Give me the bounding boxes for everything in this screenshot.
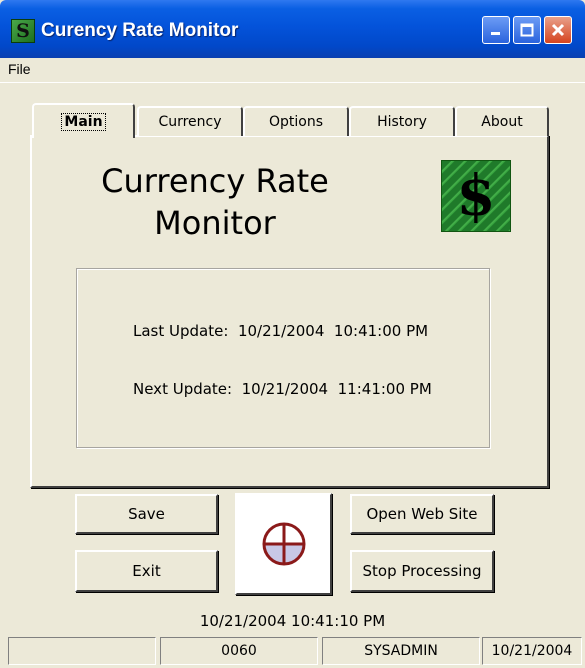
exit-button[interactable]: Exit (75, 550, 218, 592)
tab-history[interactable]: History (349, 106, 455, 136)
title-bar[interactable]: S Curency Rate Monitor (0, 0, 585, 58)
tab-history-label: History (377, 114, 427, 130)
close-icon (545, 17, 571, 43)
window-title: Curency Rate Monitor (41, 20, 239, 41)
status-bar: 0060 SYSADMIN 10/21/2004 (0, 634, 585, 668)
maximize-icon (514, 17, 540, 43)
dollar-logo-icon: $ (441, 160, 511, 232)
tab-main-label: Main (61, 112, 106, 131)
last-update-value: 10/21/2004 10:41:00 PM (237, 322, 429, 340)
tab-about-label: About (481, 114, 523, 130)
last-update-label: Last Update: (133, 322, 229, 340)
current-timestamp: 10/21/2004 10:41:10 PM (199, 612, 386, 630)
activity-indicator-icon (262, 522, 306, 566)
menu-bar: File (0, 58, 585, 83)
update-info-group (76, 268, 490, 448)
activity-indicator (235, 493, 332, 595)
stop-processing-button[interactable]: Stop Processing (350, 550, 494, 592)
dollar-logo-glyph: $ (456, 163, 496, 229)
tab-currency[interactable]: Currency (137, 106, 243, 136)
status-panel-interval: 0060 (160, 637, 318, 665)
status-panel-date: 10/21/2004 (482, 637, 582, 665)
tab-currency-label: Currency (158, 114, 222, 130)
tab-options[interactable]: Options (243, 106, 349, 136)
heading-line-1: Currency Rate (101, 162, 329, 200)
minimize-button[interactable] (482, 16, 510, 44)
next-update-label: Next Update: (133, 380, 233, 398)
minimize-icon (483, 17, 509, 43)
maximize-button[interactable] (513, 16, 541, 44)
next-update-value: 10/21/2004 11:41:00 PM (241, 380, 432, 398)
open-web-site-button[interactable]: Open Web Site (350, 494, 494, 534)
status-panel-user: SYSADMIN (322, 637, 480, 665)
close-button[interactable] (544, 16, 572, 44)
main-window: S Curency Rate Monitor File Main Currenc… (0, 0, 585, 668)
status-panel-1 (8, 637, 156, 665)
next-update-row: Next Update: 10/21/2004 11:41:00 PM (133, 380, 432, 398)
tab-main[interactable]: Main (32, 103, 135, 138)
save-button[interactable]: Save (75, 494, 218, 534)
last-update-row: Last Update: 10/21/2004 10:41:00 PM (133, 322, 428, 340)
tab-options-label: Options (268, 114, 324, 130)
app-heading: Currency Rate Monitor (60, 160, 370, 244)
tab-about[interactable]: About (455, 106, 549, 136)
menu-file[interactable]: File (8, 61, 31, 77)
heading-line-2: Monitor (154, 204, 276, 242)
app-dollar-icon[interactable]: S (11, 19, 35, 43)
